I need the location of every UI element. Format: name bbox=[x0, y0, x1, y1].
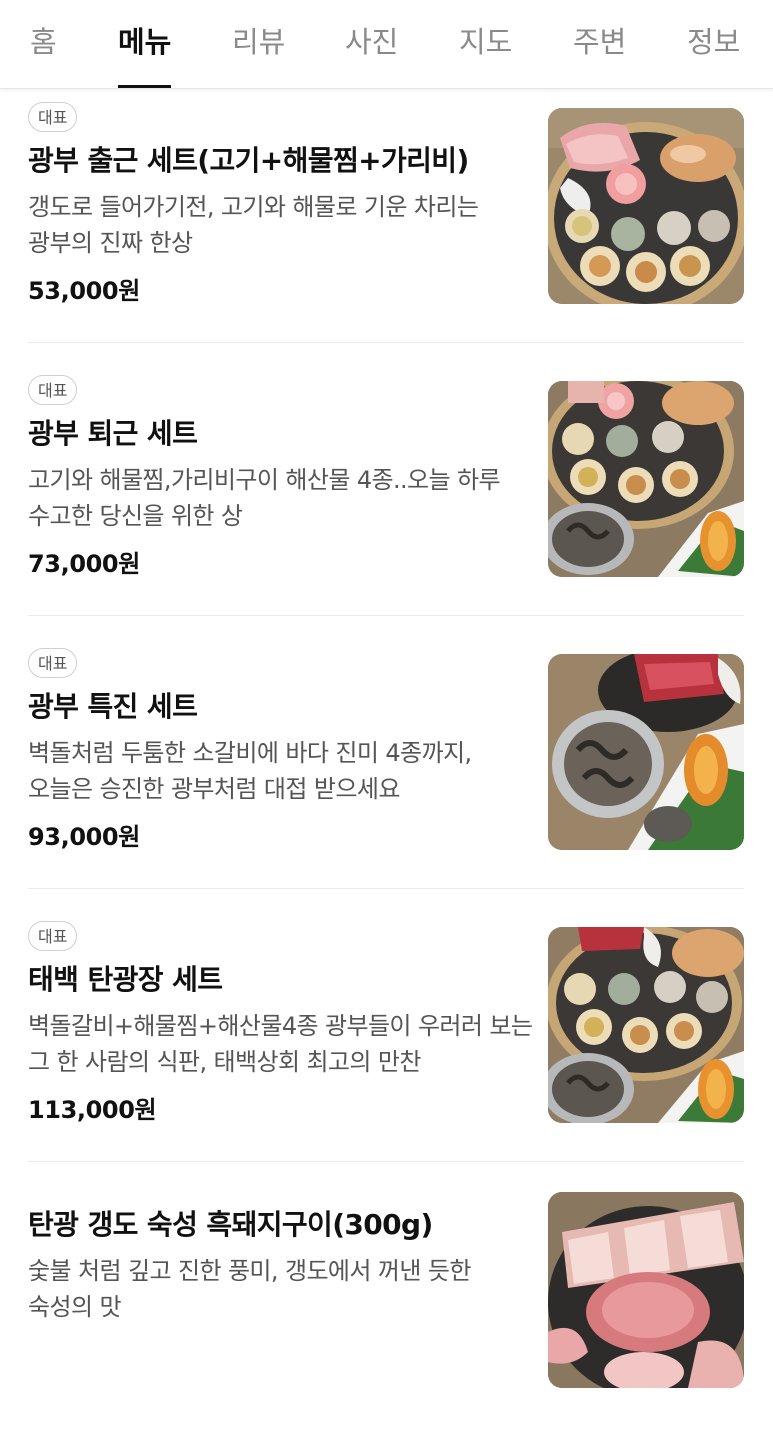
menu-item-name: 광부 출근 세트(고기+해물찜+가리비) bbox=[28, 144, 469, 177]
menu-item-description: 고기와 해물찜,가리비구이 해산물 4종..오늘 하루 수고한 당신을 위한 상 bbox=[28, 466, 501, 530]
tab-info[interactable]: 정보 bbox=[687, 22, 740, 88]
menu-item[interactable]: 대표 태백 탄광장 세트 벽돌갈비+해물찜+해산물4종 광부들이 우러러 보는 … bbox=[0, 889, 773, 1162]
tab-menu[interactable]: 메뉴 bbox=[118, 22, 172, 88]
menu-item-name: 광부 특진 세트 bbox=[28, 690, 198, 723]
tab-bar: 홈 메뉴 리뷰 사진 지도 주변 정보 bbox=[0, 0, 773, 89]
menu-item[interactable]: 탄광 갱도 숙성 흑돼지구이(300g) 숯불 처럼 깊고 진한 풍미, 갱도에… bbox=[0, 1162, 773, 1435]
aged-black-pork-photo[interactable] bbox=[548, 1192, 744, 1388]
tab-home[interactable]: 홈 bbox=[30, 22, 57, 88]
tab-map[interactable]: 지도 bbox=[459, 22, 512, 88]
menu-item-description: 갱도로 들어가기전, 고기와 해물로 기운 차리는 광부의 진짜 한상 bbox=[28, 193, 479, 257]
signature-badge: 대표 bbox=[28, 102, 78, 132]
menu-item-price: 53,000원 bbox=[28, 277, 140, 305]
menu-item-price: 93,000원 bbox=[28, 823, 140, 851]
tab-reviews[interactable]: 리뷰 bbox=[232, 22, 285, 88]
signature-badge: 대표 bbox=[28, 921, 78, 951]
menu-item-name: 태백 탄광장 세트 bbox=[28, 963, 223, 996]
menu-item-name: 탄광 갱도 숙성 흑돼지구이(300g) bbox=[28, 1208, 433, 1241]
meat-seafood-platter-photo[interactable] bbox=[548, 108, 744, 304]
menu-item-description: 벽돌갈비+해물찜+해산물4종 광부들이 우러러 보는 그 한 사람의 식판, 태… bbox=[28, 1012, 533, 1076]
signature-badge: 대표 bbox=[28, 375, 78, 405]
tab-photos[interactable]: 사진 bbox=[345, 22, 398, 88]
beef-rib-seafood-photo[interactable] bbox=[548, 654, 744, 850]
menu-item[interactable]: 대표 광부 특진 세트 벽돌처럼 두툼한 소갈비에 바다 진미 4종까지, 오늘… bbox=[0, 616, 773, 889]
full-course-platter-photo[interactable] bbox=[548, 927, 744, 1123]
menu-item-price: 73,000원 bbox=[28, 550, 140, 578]
menu-item-description: 벽돌처럼 두툼한 소갈비에 바다 진미 4종까지, 오늘은 승진한 광부처럼 대… bbox=[28, 739, 472, 803]
menu-item-name: 광부 퇴근 세트 bbox=[28, 417, 198, 450]
tab-nearby[interactable]: 주변 bbox=[573, 22, 626, 88]
seafood-set-photo[interactable] bbox=[548, 381, 744, 577]
menu-item-price: 113,000원 bbox=[28, 1096, 157, 1124]
menu-item[interactable]: 대표 광부 퇴근 세트 고기와 해물찜,가리비구이 해산물 4종..오늘 하루 … bbox=[0, 343, 773, 616]
menu-item-description: 숯불 처럼 깊고 진한 풍미, 갱도에서 꺼낸 듯한 숙성의 맛 bbox=[28, 1257, 471, 1321]
menu-item[interactable]: 대표 광부 출근 세트(고기+해물찜+가리비) 갱도로 들어가기전, 고기와 해… bbox=[0, 70, 773, 343]
signature-badge: 대표 bbox=[28, 648, 78, 678]
